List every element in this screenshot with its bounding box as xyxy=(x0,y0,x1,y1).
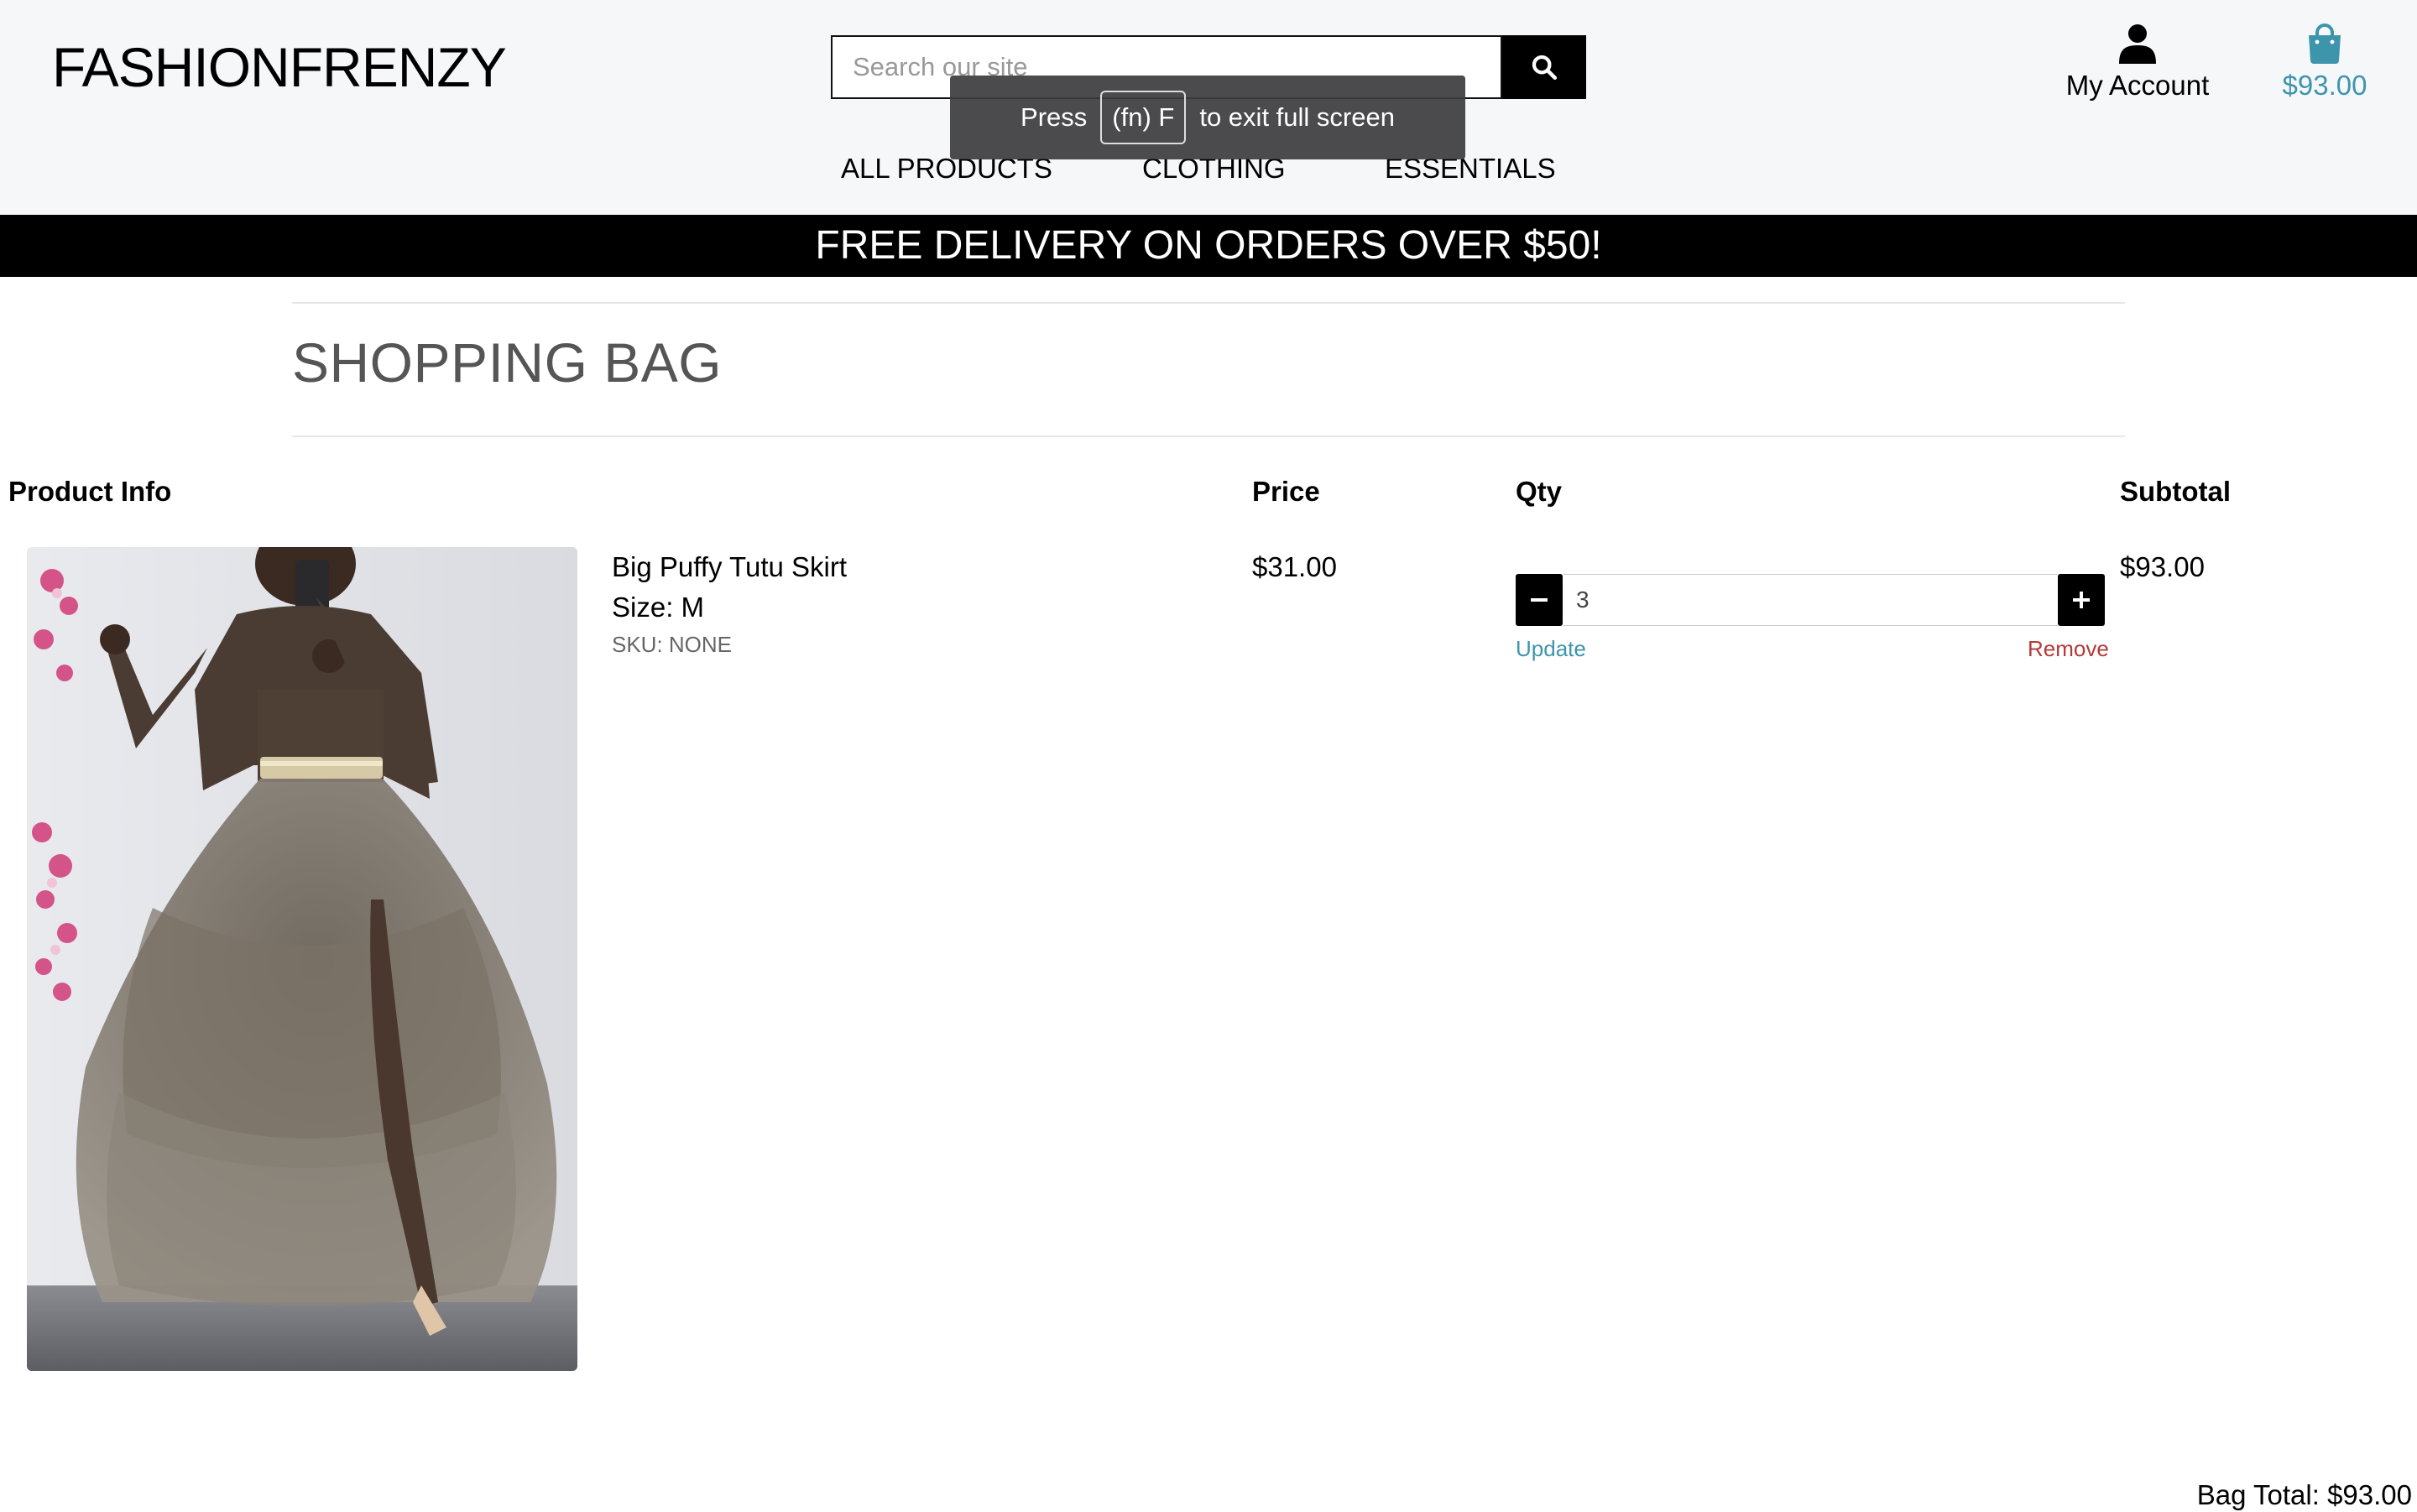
quantity-input[interactable] xyxy=(1563,574,2058,626)
site-logo[interactable]: FASHIONFRENZY xyxy=(52,34,507,101)
divider xyxy=(292,435,2125,437)
bag-total: Bag Total: $93.00 xyxy=(2196,1479,2412,1510)
header-qty: Qty xyxy=(1516,476,1563,507)
product-price: $31.00 xyxy=(1252,551,1337,582)
my-account-label: My Account xyxy=(2065,70,2210,101)
remove-link[interactable]: Remove xyxy=(2028,634,2109,663)
decrement-button[interactable] xyxy=(1516,574,1563,626)
toast-key: (fn) F xyxy=(1100,91,1187,144)
user-icon xyxy=(2119,24,2156,64)
product-size: Size: M xyxy=(612,592,705,623)
product-subtotal: $93.00 xyxy=(2120,551,2205,582)
my-account-link[interactable]: My Account xyxy=(2048,23,2227,102)
plus-icon xyxy=(2073,592,2090,608)
increment-button[interactable] xyxy=(2058,574,2105,626)
shopping-bag-icon xyxy=(2309,23,2341,64)
toast-suffix: to exit full screen xyxy=(1199,102,1395,132)
header-price: Price xyxy=(1252,476,1320,507)
product-sku: SKU: NONE xyxy=(612,632,733,657)
fullscreen-toast: Press (fn) F to exit full screen xyxy=(950,76,1465,159)
search-icon xyxy=(1532,55,1558,81)
header-product-info: Product Info xyxy=(8,476,172,507)
search-button[interactable] xyxy=(1502,35,1586,99)
toast-prefix: Press xyxy=(1021,102,1088,132)
minus-icon xyxy=(1531,598,1548,602)
quantity-stepper xyxy=(1516,574,2105,626)
header-subtotal: Subtotal xyxy=(2120,476,2231,507)
divider xyxy=(292,302,2125,304)
bag-total-header: $93.00 xyxy=(2282,70,2367,101)
update-link[interactable]: Update xyxy=(1516,634,1586,663)
page-title: SHOPPING BAG xyxy=(292,331,723,394)
product-image xyxy=(27,547,577,1371)
shopping-bag-link[interactable]: $93.00 xyxy=(2266,23,2383,102)
product-name: Big Puffy Tutu Skirt xyxy=(612,551,848,582)
delivery-banner: FREE DELIVERY ON ORDERS OVER $50! xyxy=(0,215,2417,277)
